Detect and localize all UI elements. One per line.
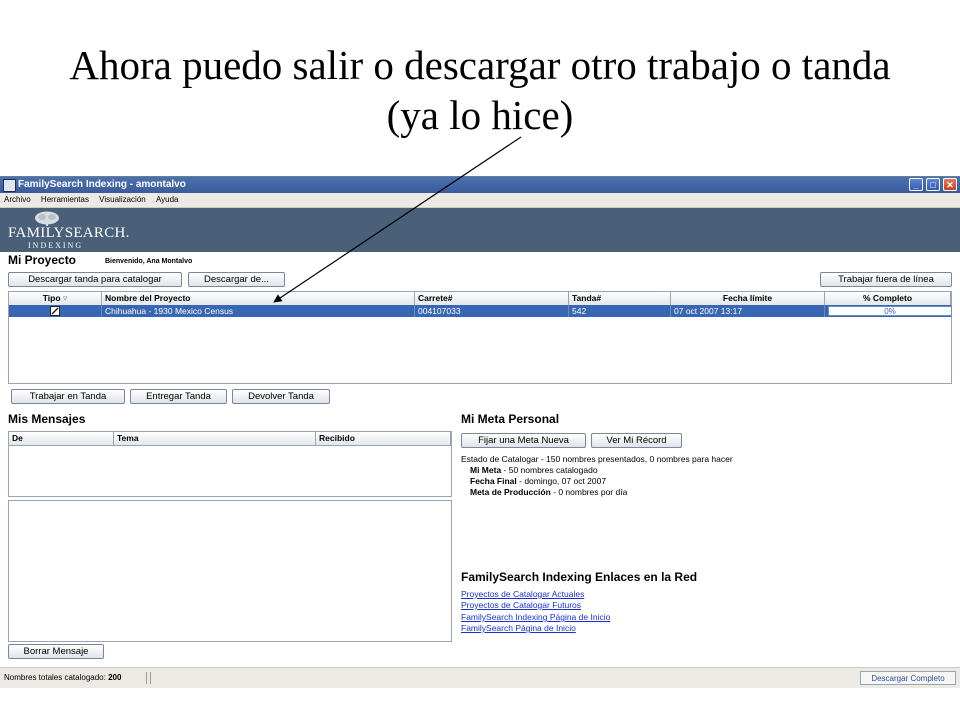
- slide-title-line-1: Ahora puedo salir o descargar otro traba…: [69, 42, 891, 88]
- brand-sub: INDEXING: [28, 241, 84, 250]
- download-from-button[interactable]: Descargar de...: [188, 272, 285, 287]
- minimize-button[interactable]: _: [909, 178, 923, 191]
- total-indexed-value: 200: [108, 673, 122, 682]
- menu-ayuda[interactable]: Ayuda: [156, 195, 179, 204]
- download-batch-button[interactable]: Descargar tanda para catalogar: [8, 272, 182, 287]
- status-divider: [146, 672, 147, 684]
- batch-cell: 542: [569, 305, 671, 317]
- links-section-title: FamilySearch Indexing Enlaces en la Red: [461, 570, 698, 584]
- window-title: FamilySearch Indexing - amontalvo: [18, 179, 186, 190]
- column-header-due-date[interactable]: Fecha límite: [671, 292, 825, 305]
- menu-bar: Archivo Herramientas Visualización Ayuda: [0, 193, 960, 208]
- window-titlebar[interactable]: FamilySearch Indexing - amontalvo _ □ ✕: [0, 177, 960, 193]
- indexing-status-text: Estado de Catalogar - 150 nombres presen…: [461, 454, 733, 464]
- maximize-button[interactable]: □: [926, 178, 940, 191]
- app-window: FamilySearch Indexing - amontalvo _ □ ✕ …: [0, 176, 960, 688]
- slide-title: Ahora puedo salir o descargar otro traba…: [0, 40, 960, 140]
- slide-title-line-2: (ya lo hice): [386, 92, 574, 138]
- link-familysearch-home[interactable]: FamilySearch Página de Inicio: [461, 623, 576, 633]
- column-header-tipo[interactable]: Tipo ▿: [9, 292, 102, 305]
- menu-visualizacion[interactable]: Visualización: [99, 195, 146, 204]
- tree-icon: [35, 211, 59, 226]
- menu-archivo[interactable]: Archivo: [4, 195, 31, 204]
- column-header-subject[interactable]: Tema: [114, 432, 316, 445]
- sort-icon: ▿: [62, 293, 68, 303]
- column-header-from[interactable]: De: [9, 432, 114, 445]
- link-current-projects[interactable]: Proyectos de Catalogar Actuales: [461, 589, 584, 599]
- messages-table-header: De Tema Recibido: [9, 432, 451, 446]
- goal-section-title: Mi Meta Personal: [461, 412, 560, 426]
- delete-message-button[interactable]: Borrar Mensaje: [8, 644, 104, 659]
- edit-batch-icon: [50, 306, 60, 316]
- header-banner: FAMILYSEARCH. INDEXING: [0, 208, 960, 252]
- my-goal-label: Mi Meta: [470, 465, 502, 475]
- message-preview-pane[interactable]: [8, 500, 452, 642]
- set-goal-button[interactable]: Fijar una Meta Nueva: [461, 433, 586, 448]
- link-future-projects[interactable]: Proyectos de Catalogar Futuros: [461, 600, 581, 610]
- my-goal-line: Mi Meta - 50 nombres catalogado: [470, 465, 598, 476]
- app-icon: [3, 179, 16, 192]
- my-goal-value: - 50 nombres catalogado: [501, 465, 598, 475]
- type-cell: [9, 305, 102, 317]
- percent-complete-label: 0%: [884, 307, 896, 316]
- close-button[interactable]: ✕: [943, 178, 957, 191]
- view-record-button[interactable]: Ver Mi Récord: [591, 433, 682, 448]
- end-date-value: - domingo, 07 oct 2007: [516, 476, 607, 486]
- end-date-label: Fecha Final: [470, 476, 517, 486]
- project-table: Tipo ▿ Nombre del Proyecto Carrete# Tand…: [8, 291, 952, 384]
- project-name-cell: Chihuahua - 1930 Mexico Census: [102, 305, 415, 317]
- download-complete-status: Descargar Completo: [860, 671, 956, 685]
- column-header-received[interactable]: Recibido: [316, 432, 451, 445]
- column-header-batch[interactable]: Tanda#: [569, 292, 671, 305]
- reel-cell: 004107033: [415, 305, 569, 317]
- work-batch-button[interactable]: Trabajar en Tanda: [11, 389, 125, 404]
- total-indexed-text: Nombres totales catalogado: 200: [4, 668, 121, 688]
- column-header-percent-complete[interactable]: % Completo: [825, 292, 951, 305]
- messages-table: De Tema Recibido: [8, 431, 452, 497]
- percent-complete-bar: 0%: [828, 306, 952, 316]
- production-goal-value: - 0 nombres por día: [550, 487, 628, 497]
- status-bar: Nombres totales catalogado: 200 Descarga…: [0, 667, 960, 688]
- due-date-cell: 07 oct 2007 13:17: [671, 305, 825, 317]
- menu-herramientas[interactable]: Herramientas: [41, 195, 89, 204]
- end-date-line: Fecha Final - domingo, 07 oct 2007: [470, 476, 606, 487]
- return-batch-button[interactable]: Devolver Tanda: [232, 389, 330, 404]
- column-label-tipo: Tipo: [42, 293, 61, 303]
- work-offline-button[interactable]: Trabajar fuera de línea: [820, 272, 952, 287]
- submit-batch-button[interactable]: Entregar Tanda: [130, 389, 227, 404]
- table-row[interactable]: Chihuahua - 1930 Mexico Census 004107033…: [9, 305, 952, 317]
- brand-name: FAMILYSEARCH.: [8, 225, 130, 241]
- column-header-project-name[interactable]: Nombre del Proyecto: [102, 292, 415, 305]
- total-indexed-label: Nombres totales catalogado:: [4, 673, 106, 682]
- link-indexing-home[interactable]: FamilySearch Indexing Página de Inicio: [461, 612, 610, 622]
- messages-section-title: Mis Mensajes: [8, 412, 86, 426]
- project-table-header: Tipo ▿ Nombre del Proyecto Carrete# Tand…: [9, 292, 951, 306]
- production-goal-label: Meta de Producción: [470, 487, 551, 497]
- production-goal-line: Meta de Producción - 0 nombres por día: [470, 487, 627, 498]
- status-divider: [150, 672, 151, 684]
- column-header-reel[interactable]: Carrete#: [415, 292, 569, 305]
- welcome-text: Bienvenido, Ana Montalvo: [105, 258, 193, 265]
- project-section-title: Mi Proyecto: [8, 253, 77, 267]
- familysearch-logo: FAMILYSEARCH. INDEXING: [6, 210, 129, 250]
